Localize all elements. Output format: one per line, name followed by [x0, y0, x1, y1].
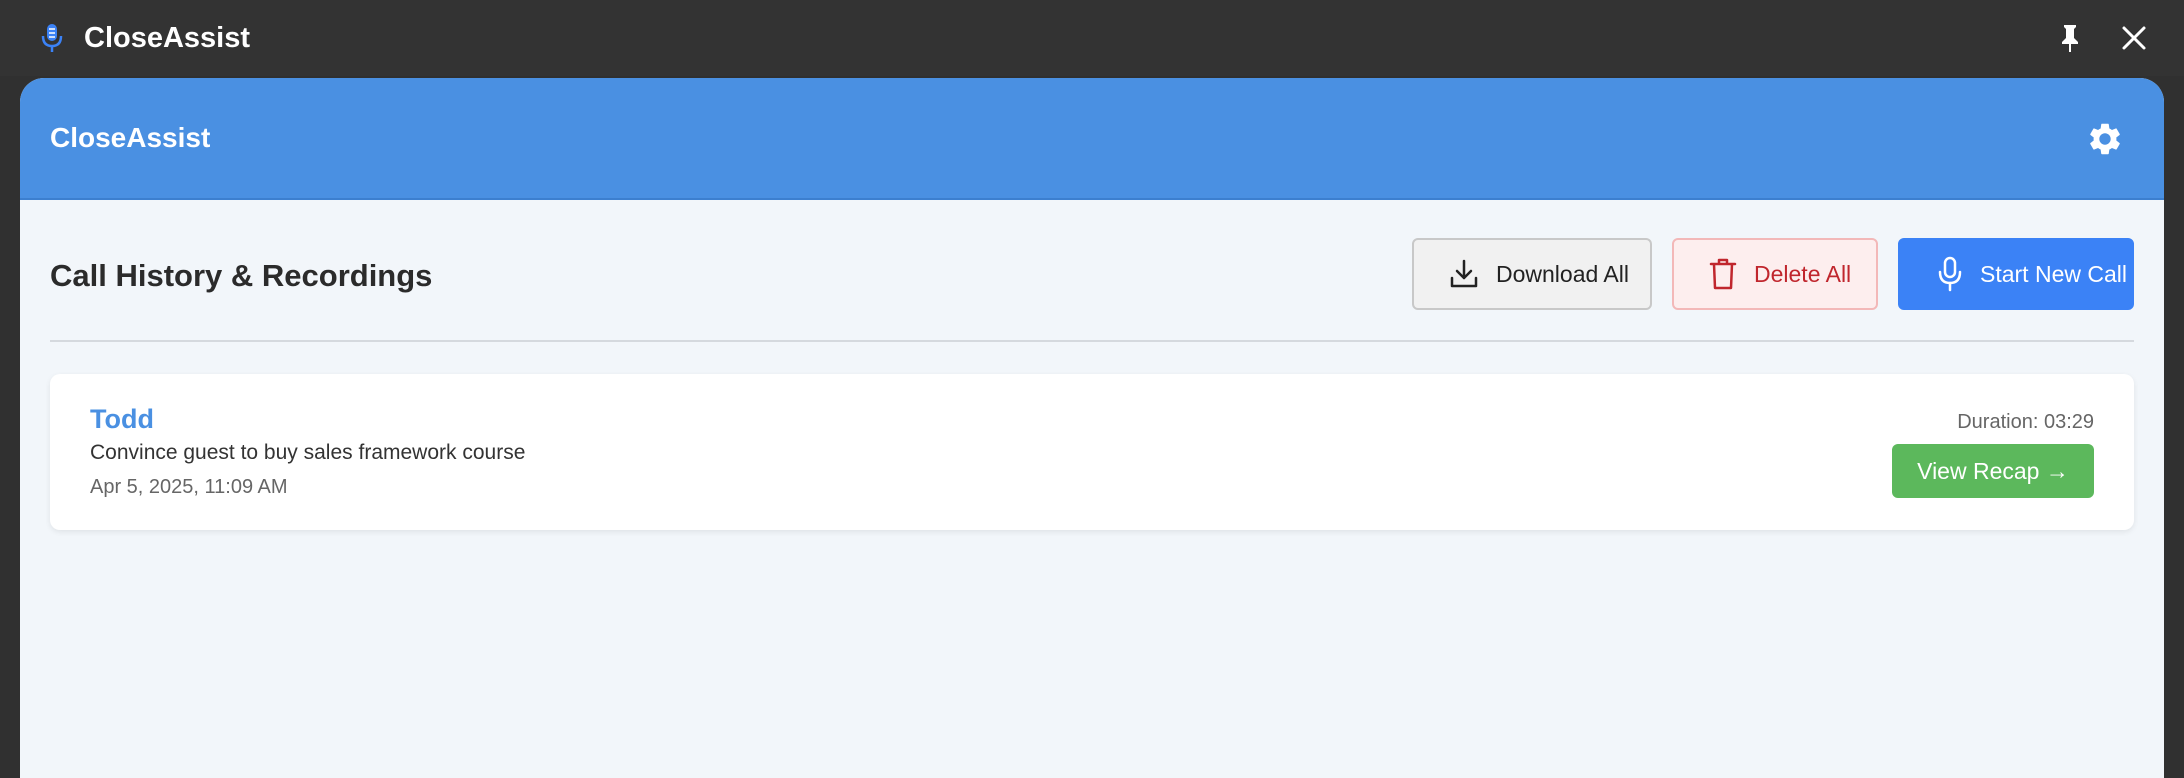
- call-list-item: Todd Convince guest to buy sales framewo…: [50, 374, 2134, 530]
- microphone-icon: [41, 24, 63, 52]
- microphone-icon: [1938, 256, 1962, 292]
- call-description: Convince guest to buy sales framework co…: [90, 441, 526, 464]
- title-bar: CloseAssist: [0, 0, 2184, 76]
- header-brand: CloseAssist: [50, 122, 211, 153]
- app-header: CloseAssist: [20, 78, 2164, 200]
- call-date: Apr 5, 2025, 11:09 AM: [90, 476, 288, 498]
- delete-all-button[interactable]: Delete All: [1672, 238, 1878, 310]
- page-title: Call History & Recordings: [50, 258, 433, 293]
- download-all-label: Download All: [1496, 260, 1629, 287]
- view-recap-button[interactable]: View Recap →: [1892, 444, 2094, 498]
- call-duration: Duration: 03:29: [1957, 411, 2094, 433]
- app-window: CloseAssist Call History & Recordings Do…: [20, 78, 2164, 778]
- gear-icon[interactable]: [2086, 120, 2124, 158]
- call-contact-name[interactable]: Todd: [90, 402, 154, 436]
- start-new-call-button[interactable]: Start New Call: [1898, 238, 2134, 310]
- download-all-button[interactable]: Download All: [1412, 238, 1652, 310]
- app-title: CloseAssist: [84, 22, 251, 54]
- download-icon: [1450, 259, 1478, 288]
- start-new-call-label: Start New Call: [1980, 260, 2127, 287]
- call-history-toolbar: Call History & Recordings Download All D…: [50, 238, 2134, 342]
- trash-icon: [1709, 258, 1737, 290]
- close-icon[interactable]: [2118, 22, 2150, 54]
- delete-all-label: Delete All: [1754, 260, 1852, 287]
- pin-icon[interactable]: [2054, 22, 2086, 54]
